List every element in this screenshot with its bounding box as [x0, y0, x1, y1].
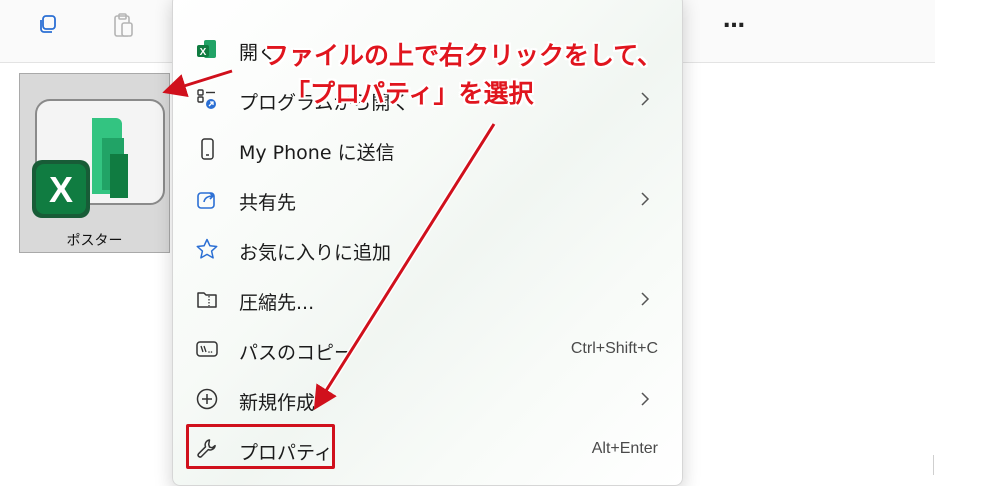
annotation-line-2: 「プロパティ」を選択 [285, 79, 534, 108]
arrow-to-file [162, 69, 233, 98]
annotation-arrows [162, 68, 497, 411]
annotation-line-1: ファイルの上で右クリックをして、 [264, 41, 663, 70]
arrow-to-properties [313, 123, 496, 411]
